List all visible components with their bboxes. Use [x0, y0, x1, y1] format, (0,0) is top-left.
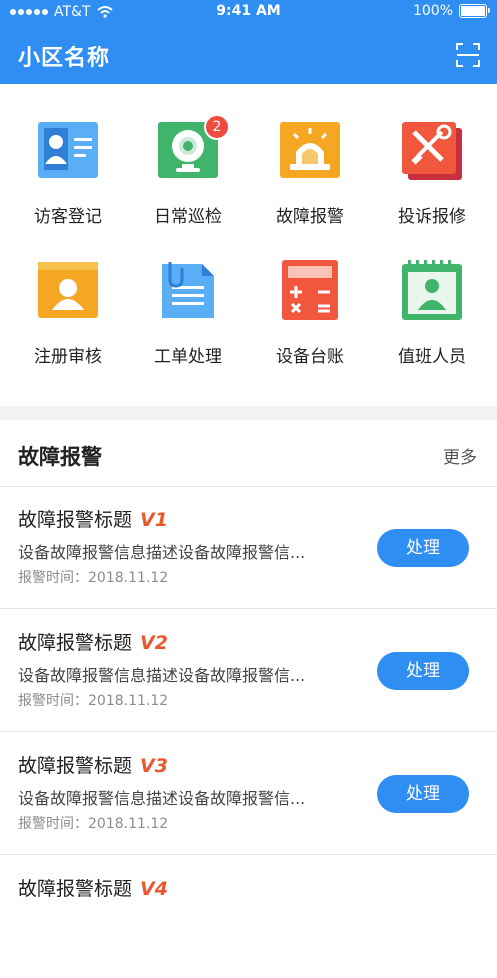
item-time: 报警时间：2018.11.12 — [18, 693, 169, 709]
notification-badge: 2 — [204, 114, 230, 140]
grid-item-register[interactable]: 注册审核 — [6, 224, 130, 367]
section-title: 故障报警 — [18, 445, 102, 469]
divider — [0, 854, 497, 855]
divider — [0, 731, 497, 732]
section-divider — [0, 406, 497, 420]
grid-item-alarm[interactable]: 故障报警 — [248, 84, 372, 227]
grid-item-equipment[interactable]: 设备台账 — [248, 224, 372, 367]
page-title: 小区名称 — [18, 46, 111, 71]
item-title: 故障报警标题 V1 — [18, 509, 168, 531]
item-version: V4 — [140, 878, 168, 900]
register-review-icon — [38, 262, 98, 318]
scan-icon[interactable] — [455, 42, 481, 68]
item-title: 故障报警标题 V4 — [18, 878, 168, 900]
item-description: 设备故障报警信息描述设备故障报警信... — [18, 789, 306, 808]
item-title: 故障报警标题 V2 — [18, 632, 168, 654]
item-version: V2 — [140, 632, 168, 654]
item-time: 报警时间：2018.11.12 — [18, 570, 169, 586]
list-item[interactable]: 故障报警标题 V4 — [0, 856, 497, 978]
repair-tools-icon — [402, 122, 462, 180]
grid-item-label: 注册审核 — [34, 347, 102, 367]
top-bar: AT&T 9:41 AM 100% 小区名称 — [0, 0, 497, 84]
grid-item-label: 工单处理 — [154, 347, 222, 367]
grid-item-inspection[interactable]: 2 日常巡检 — [126, 84, 250, 227]
more-link[interactable]: 更多 — [443, 443, 477, 468]
grid-item-work-order[interactable]: 工单处理 — [126, 224, 250, 367]
battery-icon — [459, 4, 490, 18]
alarm-light-icon — [280, 122, 340, 178]
work-order-icon — [162, 262, 214, 318]
item-title: 故障报警标题 V3 — [18, 755, 168, 777]
divider — [0, 608, 497, 609]
handle-button[interactable]: 处理 — [377, 775, 469, 813]
grid-item-label: 设备台账 — [276, 347, 344, 367]
status-bar: AT&T 9:41 AM 100% — [0, 0, 497, 24]
function-grid: 访客登记 2 日常巡检 故障报警 投诉报修 注册审核 工单处理 设备台账 值班人… — [0, 84, 497, 406]
item-description: 设备故障报警信息描述设备故障报警信... — [18, 666, 306, 685]
grid-item-complaint[interactable]: 投诉报修 — [370, 84, 494, 227]
handle-button[interactable]: 处理 — [377, 652, 469, 690]
item-version: V3 — [140, 755, 168, 777]
calculator-icon — [282, 260, 338, 320]
battery-percent: 100% — [412, 3, 453, 19]
handle-button[interactable]: 处理 — [377, 529, 469, 567]
list-item[interactable]: 故障报警标题 V1 设备故障报警信息描述设备故障报警信... 报警时间：2018.… — [0, 487, 497, 609]
visitor-card-icon — [38, 122, 98, 178]
list-item[interactable]: 故障报警标题 V3 设备故障报警信息描述设备故障报警信... 报警时间：2018.… — [0, 733, 497, 855]
item-description: 设备故障报警信息描述设备故障报警信... — [18, 543, 306, 562]
item-version: V1 — [140, 509, 168, 531]
list-item[interactable]: 故障报警标题 V2 设备故障报警信息描述设备故障报警信... 报警时间：2018.… — [0, 610, 497, 732]
grid-item-label: 值班人员 — [398, 347, 466, 367]
grid-item-duty[interactable]: 值班人员 — [370, 224, 494, 367]
item-time: 报警时间：2018.11.12 — [18, 816, 169, 832]
grid-item-visitor[interactable]: 访客登记 — [6, 84, 130, 227]
duty-staff-icon — [402, 260, 462, 320]
